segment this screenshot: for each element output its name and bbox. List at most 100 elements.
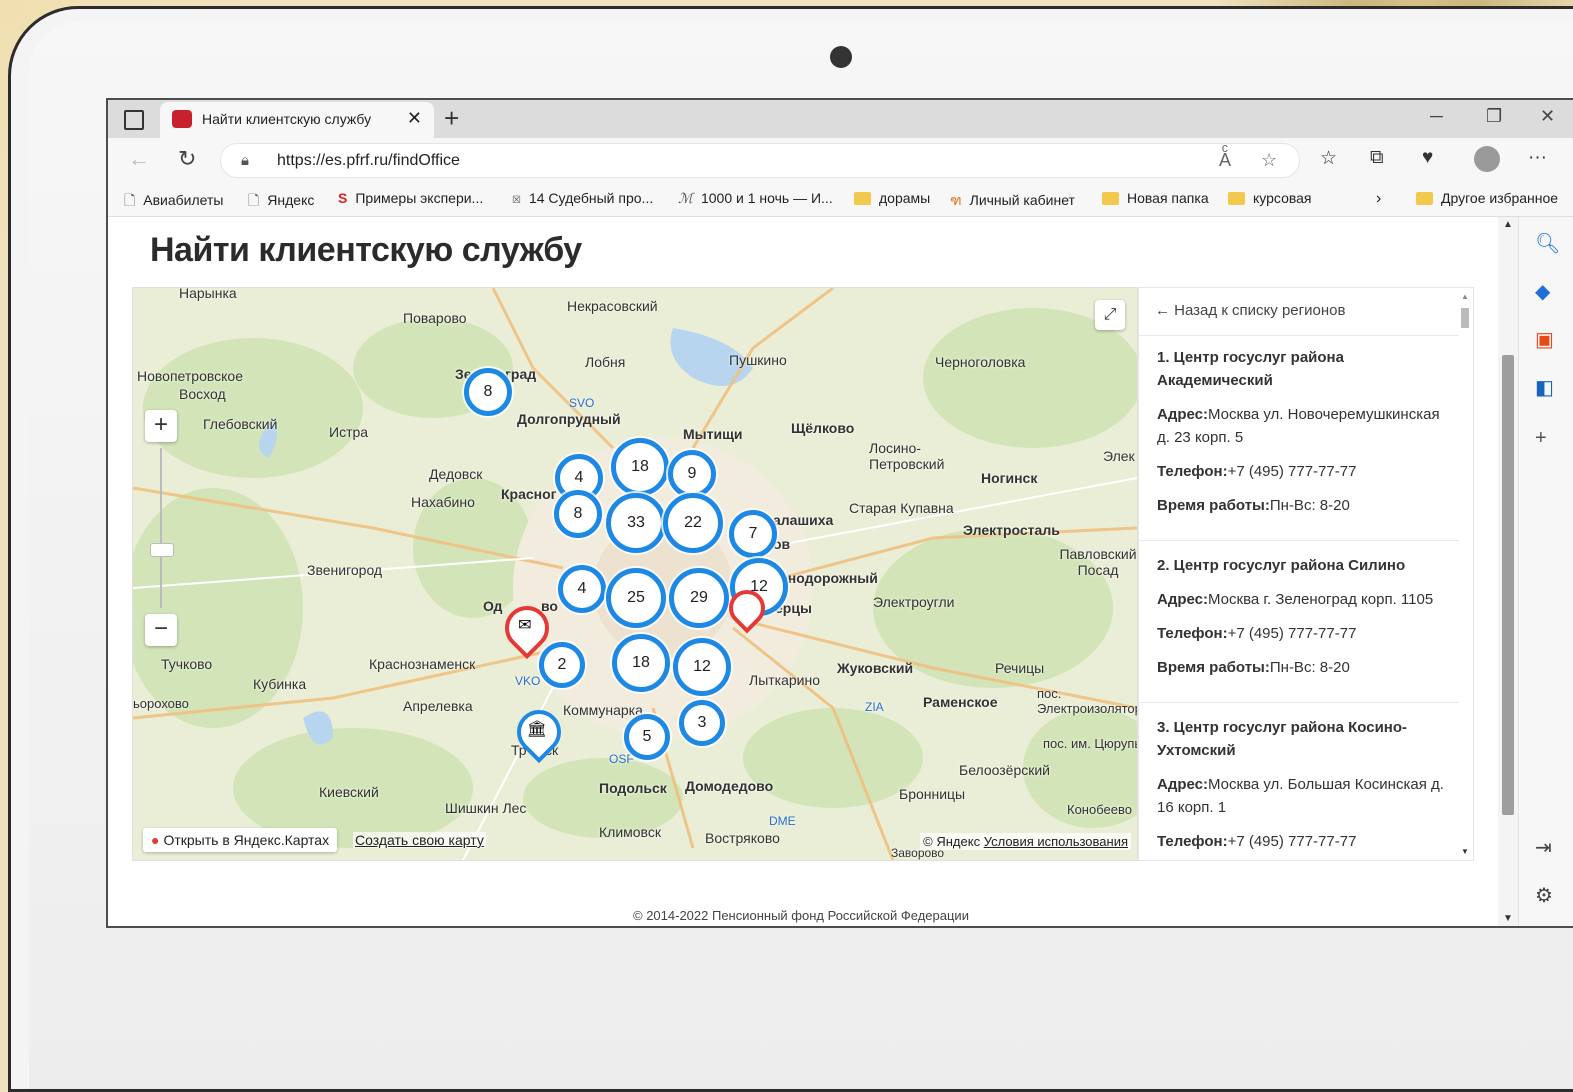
bookmark-item[interactable]: ☒ 14 Судебный про... bbox=[512, 190, 653, 206]
site-icon: ☒ bbox=[512, 195, 521, 206]
panel-scrollbar[interactable]: ▲ ▼ bbox=[1459, 288, 1471, 860]
office-cluster[interactable]: 5 bbox=[624, 714, 670, 760]
read-aloud-icon[interactable]: Aͨ bbox=[1219, 150, 1231, 171]
back-arrow-icon[interactable]: ← bbox=[128, 146, 150, 172]
office-list-panel: ← Назад к списку регионов 1. Центр госус… bbox=[1138, 287, 1474, 861]
minimize-icon[interactable]: ─ bbox=[1430, 106, 1443, 127]
office-cluster[interactable]: 4 bbox=[558, 565, 606, 613]
office-phone: Телефон:+7 (495) 777-77-77 bbox=[1157, 830, 1447, 853]
refresh-icon[interactable]: ↻ bbox=[178, 146, 196, 172]
zoom-in-button[interactable]: + bbox=[145, 410, 177, 442]
bookmark-label: Авиабилеты bbox=[143, 192, 224, 208]
close-tab-icon[interactable]: ✕ bbox=[407, 108, 422, 129]
bookmark-folder[interactable]: Другое избранное bbox=[1416, 190, 1558, 206]
map-place-label: Электроугли bbox=[873, 594, 955, 610]
office-cluster[interactable]: 8 bbox=[554, 490, 602, 538]
collections-icon[interactable]: ⧉ bbox=[1370, 147, 1384, 169]
tab-bar: Найти клиентскую службу ✕ + ─ ❐ ✕ bbox=[108, 100, 1573, 138]
hide-sidebar-icon[interactable]: ⇥ bbox=[1535, 835, 1552, 860]
add-icon[interactable]: + bbox=[1535, 427, 1547, 450]
settings-icon[interactable]: ⚙ bbox=[1535, 883, 1553, 908]
phone-value: +7 (495) 777-77-77 bbox=[1227, 625, 1357, 642]
bookmark-item[interactable]: 🗋 Яндекс bbox=[248, 190, 314, 214]
browser-essentials-icon[interactable]: ♥ bbox=[1422, 147, 1433, 169]
bookmark-label: дорамы bbox=[879, 190, 931, 206]
map-place-label: Апрелевка bbox=[403, 698, 473, 714]
folder-icon bbox=[1416, 192, 1433, 205]
bookmark-item[interactable]: ฑ Личный кабинет bbox=[950, 190, 1075, 212]
office-cluster[interactable]: 29 bbox=[669, 568, 729, 628]
tab-actions-icon[interactable] bbox=[124, 110, 144, 130]
office-cluster[interactable]: 9 bbox=[668, 450, 716, 498]
terms-link[interactable]: Условия использования bbox=[984, 834, 1128, 849]
panel-scroll-thumb[interactable] bbox=[1461, 308, 1469, 328]
office-address: Адрес:Москва ул. Большая Косинская д. 16… bbox=[1157, 773, 1447, 819]
map-place-label: Мытищи bbox=[683, 426, 743, 442]
office-cluster[interactable]: 18 bbox=[611, 438, 669, 496]
outlook-icon[interactable]: ◧ bbox=[1535, 375, 1554, 400]
bookmark-item[interactable]: ℳ 1000 и 1 ночь — И... bbox=[678, 190, 833, 207]
map-pin-icon: ● bbox=[151, 832, 160, 848]
bookmark-folder[interactable]: дорамы bbox=[854, 190, 930, 206]
map-place-label: Лосино-Петровский bbox=[869, 440, 945, 472]
scroll-down-icon[interactable]: ▼ bbox=[1503, 913, 1513, 924]
open-in-yandex-maps-button[interactable]: ● Открыть в Яндекс.Картах bbox=[143, 828, 338, 852]
browser-tab[interactable]: Найти клиентскую службу ✕ bbox=[160, 102, 434, 138]
zoom-slider[interactable] bbox=[150, 448, 174, 608]
bookmark-label: Другое избранное bbox=[1441, 190, 1559, 206]
lock-icon[interactable]: 🔒︎ bbox=[241, 152, 249, 169]
office-icon[interactable]: ▣ bbox=[1535, 327, 1554, 352]
url-text[interactable]: https://es.pfrf.ru/findOffice bbox=[277, 152, 460, 170]
site-icon: ฑ bbox=[950, 192, 962, 208]
office-map[interactable]: Нарынка Некрасовский Поварово Новопетров… bbox=[132, 287, 1138, 861]
mailbox-icon: ✉ bbox=[518, 616, 532, 634]
map-place-label: Щёлково bbox=[791, 420, 855, 436]
add-favorite-icon[interactable]: ☆ bbox=[1261, 150, 1277, 171]
chevron-right-icon[interactable]: › bbox=[1376, 190, 1381, 208]
bookmark-item[interactable]: 🗋 Авиабилеты bbox=[124, 190, 223, 214]
shopping-tag-icon[interactable]: ◆ bbox=[1535, 279, 1550, 304]
scroll-down-icon[interactable]: ▼ bbox=[1461, 847, 1469, 856]
office-cluster[interactable]: 18 bbox=[612, 634, 670, 692]
office-cluster[interactable]: 12 bbox=[673, 638, 731, 696]
close-window-icon[interactable]: ✕ bbox=[1540, 106, 1555, 127]
tab-title: Найти клиентскую службу bbox=[202, 111, 372, 127]
new-tab-icon[interactable]: + bbox=[444, 103, 459, 134]
bookmark-label: курсовая bbox=[1253, 190, 1312, 206]
scroll-up-icon[interactable]: ▲ bbox=[1503, 219, 1513, 230]
page-scroll-thumb[interactable] bbox=[1502, 355, 1514, 815]
favorites-icon[interactable]: ☆ bbox=[1320, 147, 1337, 170]
more-menu-icon[interactable]: ··· bbox=[1528, 147, 1547, 169]
scroll-up-icon[interactable]: ▲ bbox=[1461, 292, 1469, 301]
map-place-label: Истра bbox=[329, 424, 369, 440]
office-name: 1. Центр госуслуг района Академический bbox=[1157, 349, 1344, 389]
bookmark-folder[interactable]: Новая папка bbox=[1102, 190, 1209, 206]
office-cluster[interactable]: 25 bbox=[606, 568, 666, 628]
search-icon[interactable]: 🔍︎ bbox=[1535, 231, 1560, 256]
bookmark-item[interactable]: S Примеры экспери... bbox=[338, 190, 483, 206]
office-item[interactable]: 1. Центр госуслуг района Академический А… bbox=[1157, 346, 1447, 517]
office-cluster[interactable]: 2 bbox=[539, 642, 585, 688]
office-item[interactable]: 2. Центр госуслуг района Силино Адрес:Мо… bbox=[1157, 554, 1447, 679]
divider bbox=[1139, 702, 1459, 703]
office-item[interactable]: 3. Центр госуслуг района Косино-Ухтомски… bbox=[1157, 716, 1447, 853]
back-to-regions-link[interactable]: ← Назад к списку регионов bbox=[1155, 302, 1345, 319]
zoom-out-button[interactable]: − bbox=[145, 614, 177, 646]
profile-avatar[interactable] bbox=[1474, 146, 1500, 172]
map-place-label: Востряково bbox=[705, 830, 780, 846]
office-cluster[interactable]: 22 bbox=[663, 493, 723, 553]
office-cluster[interactable]: 8 bbox=[464, 368, 512, 416]
zoom-slider-handle[interactable] bbox=[150, 543, 174, 557]
office-cluster[interactable]: 7 bbox=[729, 510, 777, 558]
office-cluster[interactable]: 3 bbox=[679, 700, 725, 746]
office-cluster[interactable]: 33 bbox=[606, 493, 666, 553]
restore-icon[interactable]: ❐ bbox=[1486, 106, 1502, 127]
map-place-label: OSF bbox=[609, 752, 634, 766]
page-scrollbar[interactable]: ▲ ▼ bbox=[1498, 217, 1518, 926]
bookmark-folder[interactable]: курсовая bbox=[1228, 190, 1312, 206]
map-place-label: Павловский Посад bbox=[1059, 546, 1137, 578]
address-bar[interactable]: 🔒︎ https://es.pfrf.ru/findOffice Aͨ ☆ bbox=[220, 143, 1300, 178]
fullscreen-icon[interactable]: ⤢ bbox=[1095, 300, 1125, 330]
create-map-link[interactable]: Создать свою карту bbox=[353, 832, 486, 848]
bookmark-label: Примеры экспери... bbox=[355, 190, 484, 206]
